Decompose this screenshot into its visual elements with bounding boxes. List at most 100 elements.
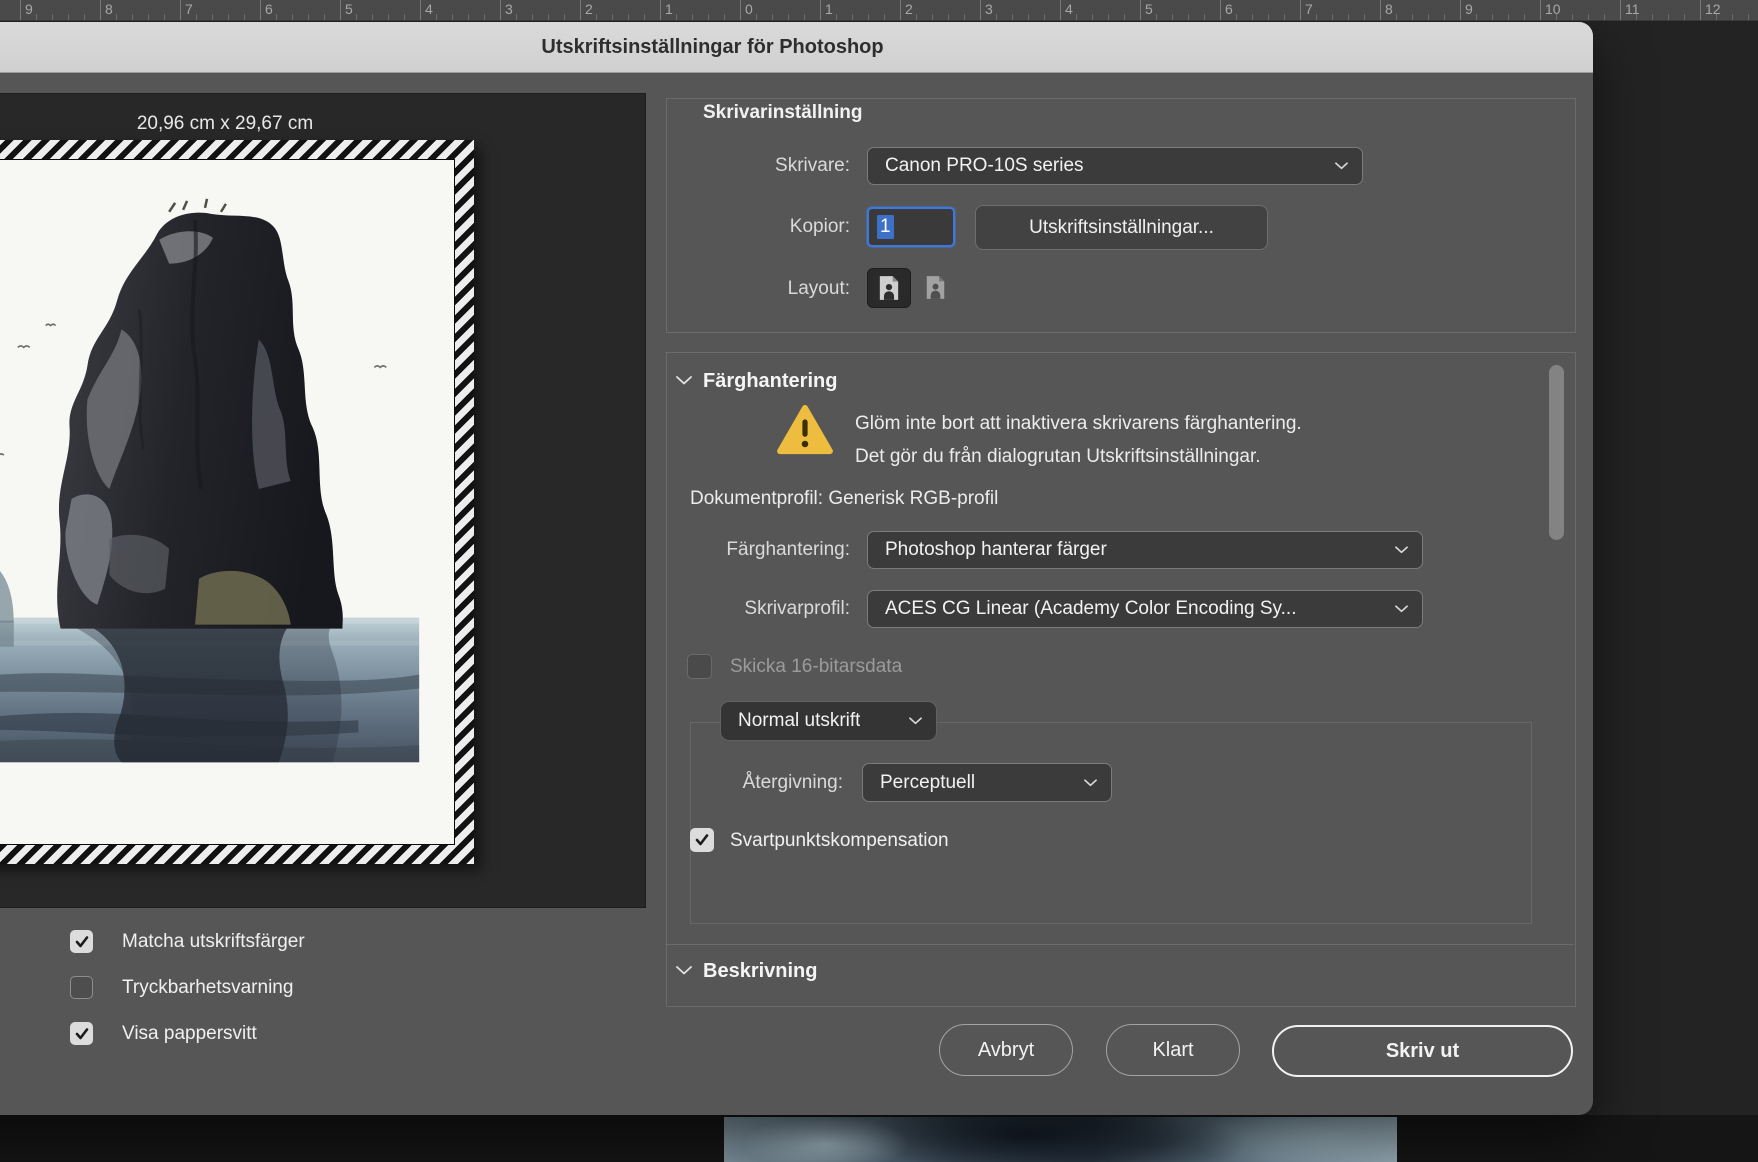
ruler-tick: [260, 0, 261, 20]
checkbox-label-match-print-colors[interactable]: Matcha utskriftsfärger: [122, 930, 305, 953]
ruler-minor-tick: [212, 14, 213, 20]
print-settings-button[interactable]: Utskriftsinställningar...: [975, 205, 1268, 250]
ruler-minor-tick: [1444, 14, 1445, 20]
ruler-label: 12: [1705, 1, 1721, 17]
layout-landscape-button[interactable]: [917, 271, 953, 304]
copies-input[interactable]: 1: [867, 207, 955, 247]
dialog-title: Utskriftsinställningar för Photoshop: [541, 35, 884, 58]
ruler-minor-tick: [1044, 14, 1045, 20]
copies-value: 1: [877, 215, 894, 239]
checkbox-label-gamut-warning[interactable]: Tryckbarhetsvarning: [122, 976, 293, 999]
ruler-minor-tick: [1236, 14, 1237, 20]
ruler-label: 2: [585, 1, 593, 17]
ruler-minor-tick: [1428, 14, 1429, 20]
warning-text: Glöm inte bort att inaktivera skrivarens…: [855, 407, 1302, 473]
screen: Utskriftsinställningar för Photoshop 20,…: [0, 0, 1758, 1162]
ruler-tick: [1620, 0, 1621, 20]
printer-label: Skrivare:: [775, 155, 850, 176]
checkbox-gamut-warning[interactable]: [70, 976, 93, 999]
color-management-header[interactable]: Färghantering: [703, 370, 837, 393]
description-header[interactable]: Beskrivning: [703, 960, 817, 983]
print-mode-select[interactable]: Normal utskrift: [720, 701, 937, 741]
print-button[interactable]: Skriv ut: [1272, 1025, 1573, 1077]
ruler-minor-tick: [132, 14, 133, 20]
ruler-minor-tick: [1092, 14, 1093, 20]
layout-portrait-button[interactable]: [867, 268, 911, 308]
ruler-tick: [1700, 0, 1701, 20]
done-button[interactable]: Klart: [1106, 1024, 1240, 1076]
ruler-minor-tick: [356, 14, 357, 20]
ruler-minor-tick: [1028, 14, 1029, 20]
printer-select[interactable]: Canon PRO-10S series: [867, 147, 1363, 185]
ruler-tick: [420, 0, 421, 20]
ruler-minor-tick: [516, 14, 517, 20]
ruler-label: 11: [1625, 1, 1640, 17]
ruler-minor-tick: [1636, 14, 1637, 20]
color-handling-select[interactable]: Photoshop hanterar färger: [867, 531, 1423, 569]
done-button-label: Klart: [1152, 1038, 1194, 1061]
ruler-label: 6: [265, 1, 273, 17]
checkbox-label-send-16bit: Skicka 16-bitarsdata: [730, 656, 903, 677]
ruler-label: 4: [425, 1, 433, 17]
color-management-collapse-icon[interactable]: [676, 376, 692, 385]
ruler-tick: [580, 0, 581, 20]
ruler-minor-tick: [1668, 14, 1669, 20]
ruler-minor-tick: [1652, 14, 1653, 20]
rendering-intent-label: Återgivning:: [742, 772, 843, 793]
ruler-minor-tick: [596, 14, 597, 20]
ruler-tick: [660, 0, 661, 20]
ruler-label: 5: [1145, 1, 1153, 17]
ruler-tick: [1220, 0, 1221, 20]
ruler-minor-tick: [388, 14, 389, 20]
checkbox-label-show-paper-white[interactable]: Visa pappersvitt: [122, 1022, 257, 1045]
ruler-label: 8: [105, 1, 113, 17]
ruler-tick: [900, 0, 901, 20]
ruler-tick: [1140, 0, 1141, 20]
ruler-minor-tick: [788, 14, 789, 20]
ruler-label: 8: [1385, 1, 1393, 17]
document-profile-text: Dokumentprofil: Generisk RGB-profil: [690, 488, 999, 509]
warning-icon: [777, 404, 833, 455]
ruler-minor-tick: [948, 14, 949, 20]
ruler-tick: [20, 0, 21, 20]
ruler-minor-tick: [628, 14, 629, 20]
scrollbar-thumb[interactable]: [1549, 365, 1564, 540]
section-divider: [667, 944, 1573, 945]
ruler: 987654321012345678910111213: [0, 0, 1758, 21]
ruler-tick: [180, 0, 181, 20]
checkbox-match-print-colors[interactable]: [70, 930, 93, 953]
printer-profile-select[interactable]: ACES CG Linear (Academy Color Encoding S…: [867, 590, 1423, 628]
ruler-minor-tick: [1476, 14, 1477, 20]
ruler-label: 2: [905, 1, 913, 17]
rendering-intent-select[interactable]: Perceptuell: [862, 763, 1112, 802]
cancel-button[interactable]: Avbryt: [939, 1024, 1073, 1076]
paper-preview: [0, 140, 474, 864]
print-dimensions-label: 20,96 cm x 29,67 cm: [136, 113, 314, 134]
ruler-minor-tick: [148, 14, 149, 20]
chevron-down-icon: [1335, 162, 1348, 170]
ruler-label: 10: [1545, 1, 1561, 17]
ruler-label: 7: [185, 1, 193, 17]
checkbox-label-black-point-compensation[interactable]: Svartpunktskompensation: [730, 829, 949, 852]
checkbox-black-point-compensation[interactable]: [690, 828, 714, 852]
print-settings-button-label: Utskriftsinställningar...: [1029, 216, 1214, 238]
ruler-minor-tick: [1748, 14, 1749, 20]
ruler-label: 5: [345, 1, 353, 17]
layout-portrait-icon: [879, 276, 899, 300]
ruler-tick: [1540, 0, 1541, 20]
description-collapse-icon[interactable]: [676, 966, 692, 975]
ruler-minor-tick: [1588, 14, 1589, 20]
check-icon: [75, 1027, 88, 1039]
ruler-tick: [1300, 0, 1301, 20]
ruler-minor-tick: [1284, 14, 1285, 20]
background-document-image: [724, 1117, 1397, 1162]
ruler-minor-tick: [404, 14, 405, 20]
ruler-minor-tick: [996, 14, 997, 20]
chevron-down-icon: [909, 717, 922, 725]
dialog-titlebar[interactable]: Utskriftsinställningar för Photoshop: [0, 22, 1593, 73]
check-icon: [75, 935, 88, 947]
ruler-minor-tick: [532, 14, 533, 20]
ruler-minor-tick: [1172, 14, 1173, 20]
checkbox-show-paper-white[interactable]: [70, 1022, 93, 1045]
ruler-label: 3: [505, 1, 513, 17]
